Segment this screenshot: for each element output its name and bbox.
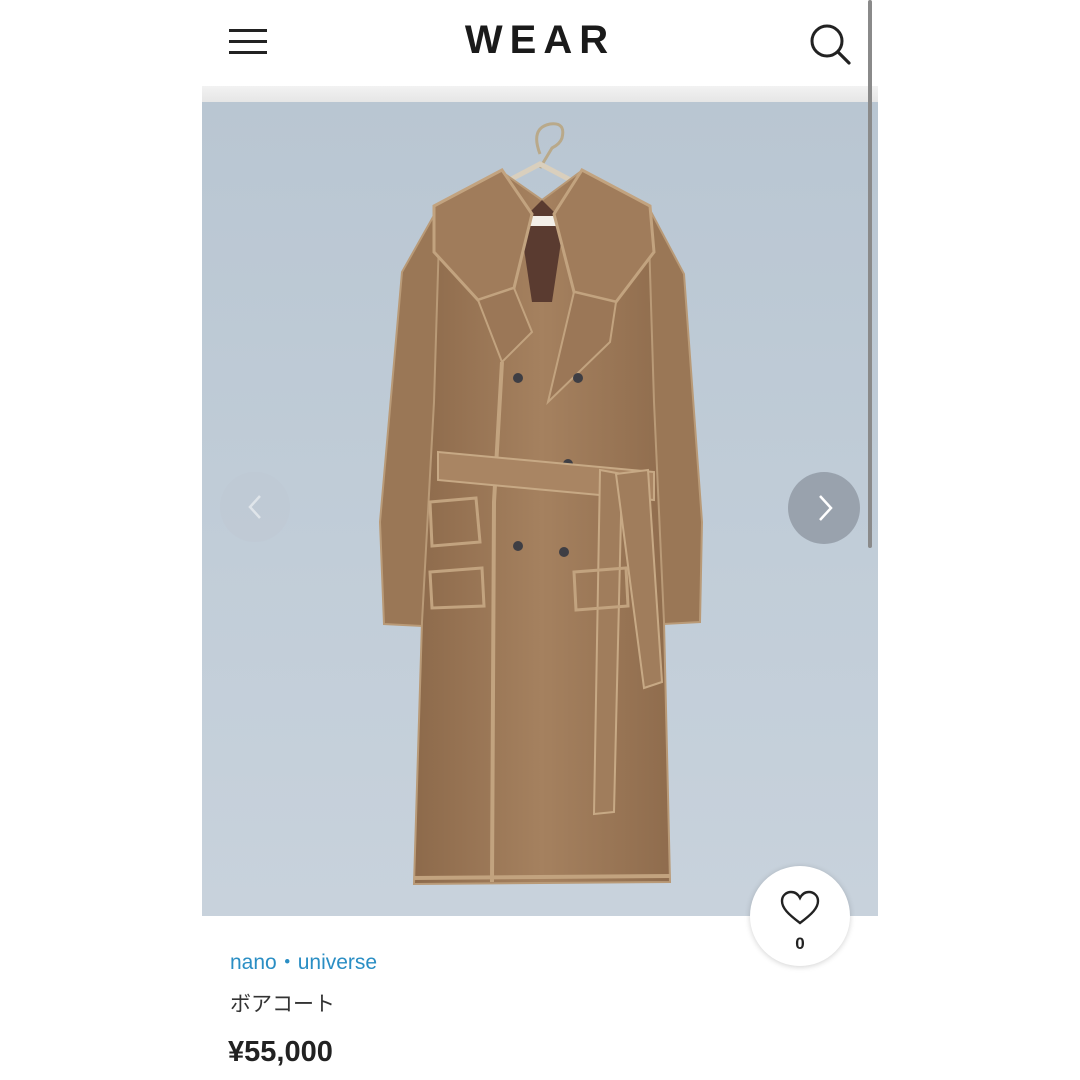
like-button[interactable]: 0 (750, 866, 850, 966)
app-header: WEAR (202, 0, 878, 86)
header-divider (202, 86, 878, 102)
product-price: ¥55,000 (228, 1036, 333, 1068)
app-logo[interactable]: WEAR (202, 18, 878, 63)
search-button[interactable] (806, 20, 854, 68)
chevron-right-icon (819, 495, 833, 521)
carousel-next-button[interactable] (788, 472, 860, 544)
like-count: 0 (795, 934, 805, 953)
carousel-prev-button[interactable] (220, 472, 290, 542)
mobile-screen: WEAR 0 nano・universe ボアコート ¥55,000 (202, 0, 878, 1080)
product-image-carousel[interactable] (202, 102, 878, 916)
viewport: WEAR 0 nano・universe ボアコート ¥55,000 (0, 0, 1080, 1080)
product-photo-coat (378, 122, 704, 886)
search-icon (810, 24, 851, 65)
scrollbar[interactable] (868, 0, 872, 548)
heart-icon (780, 890, 820, 925)
brand-link[interactable]: nano・universe (230, 946, 377, 976)
product-name: ボアコート (230, 993, 335, 1016)
chevron-left-icon (248, 495, 261, 519)
